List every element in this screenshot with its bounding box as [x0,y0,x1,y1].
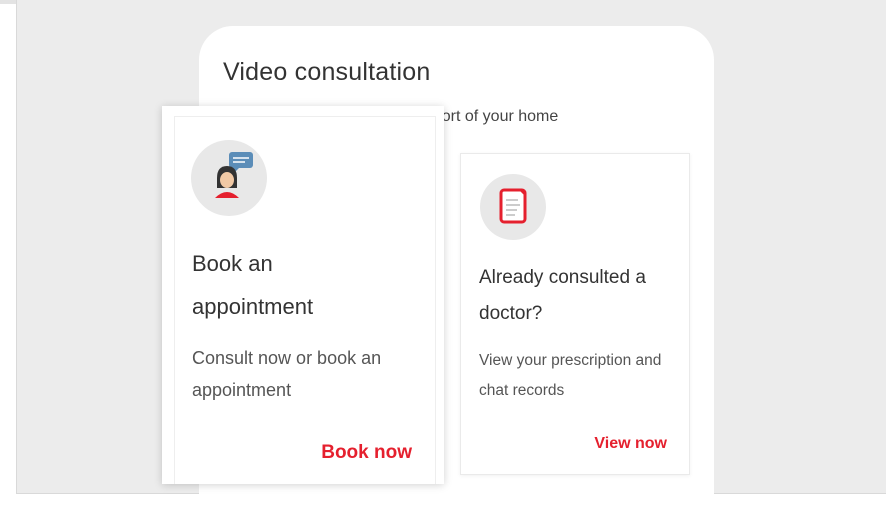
card-title: Book an appointment [192,251,314,319]
view-records-card[interactable]: Already consulted a doctor? View your pr… [460,153,690,475]
doctor-chat-icon [191,140,267,216]
card-description: Consult now or book an appointment [192,348,382,400]
card-description: View your prescription and chat records [479,352,662,399]
book-now-button[interactable]: Book now [321,442,412,464]
prescription-icon [480,174,546,240]
view-now-button[interactable]: View now [594,435,667,453]
card-title: Already consulted a doctor? [479,267,646,324]
panel-title: Video consultation [223,58,431,86]
book-appointment-card[interactable]: Book an appointment Consult now or book … [162,106,444,484]
